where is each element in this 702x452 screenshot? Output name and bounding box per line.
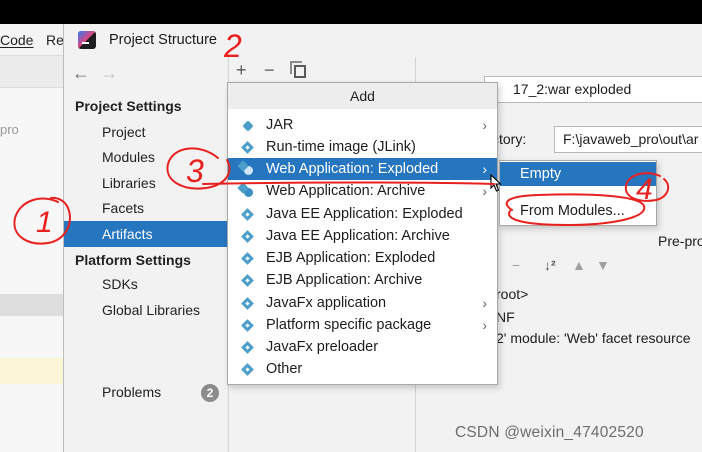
- sidebar-item-sdks[interactable]: SDKs: [64, 271, 228, 297]
- menu-item-label: Java EE Application: Exploded: [266, 206, 463, 222]
- background-tree-text: pro: [0, 122, 19, 137]
- menu-item-label: JavaFx application: [266, 295, 387, 311]
- add-menu-header: Add: [228, 83, 497, 109]
- diamond-icon: [241, 274, 254, 287]
- menu-item-runtime-image[interactable]: Run-time image (JLink): [228, 136, 497, 158]
- sidebar-item-project[interactable]: Project: [64, 119, 228, 145]
- menu-item-label: Other: [266, 361, 303, 377]
- menu-item-web-app-archive[interactable]: Web Application: Archive ›: [228, 180, 497, 202]
- web-app-exploded-submenu: Empty From Modules...: [499, 160, 657, 226]
- background-project-tree: pro: [0, 88, 64, 452]
- menu-code[interactable]: Code: [0, 32, 33, 48]
- menu-item-label: EJB Application: Archive: [266, 272, 423, 288]
- chevron-right-icon: ›: [482, 183, 487, 199]
- menu-item-label: Web Application: Archive: [266, 183, 426, 199]
- menu-item-javaee-exploded[interactable]: Java EE Application: Exploded: [228, 203, 497, 225]
- chevron-right-icon: ›: [482, 161, 487, 177]
- dialog-title: Project Structure: [109, 32, 217, 48]
- diamond-icon: [241, 208, 254, 221]
- sidebar-item-facets[interactable]: Facets: [64, 195, 228, 221]
- menu-refactor[interactable]: Re: [46, 32, 64, 48]
- diamond-icon: [241, 141, 254, 154]
- diamond-icon: [241, 363, 254, 376]
- problems-count-badge: 2: [201, 384, 219, 402]
- menu-item-other[interactable]: Other: [228, 358, 497, 380]
- sidebar-item-libraries[interactable]: Libraries: [64, 170, 228, 196]
- background-selected-row: [0, 294, 64, 316]
- sidebar-item-problems[interactable]: Problems: [102, 384, 161, 400]
- background-menu-bar: Code Re: [0, 24, 64, 56]
- settings-sidebar: ← → Project Settings Project Modules Lib…: [64, 57, 229, 452]
- dialog-title-bar: Project Structure: [64, 24, 702, 57]
- project-settings-header: Project Settings: [75, 98, 182, 114]
- jar-icon: [242, 120, 254, 132]
- move-up-icon[interactable]: ▲: [572, 257, 586, 273]
- menu-item-label: Java EE Application: Archive: [266, 228, 450, 244]
- background-highlight-row: [0, 358, 64, 384]
- output-root-node[interactable]: root>: [496, 286, 528, 302]
- platform-settings-header: Platform Settings: [75, 252, 191, 268]
- mouse-pointer-icon: [490, 174, 502, 192]
- menu-item-javafx-preloader[interactable]: JavaFx preloader: [228, 336, 497, 358]
- menu-item-platform-package[interactable]: Platform specific package ›: [228, 314, 497, 336]
- menu-item-label: Web Application: Exploded: [266, 161, 439, 177]
- submenu-item-empty[interactable]: Empty: [500, 162, 656, 186]
- menu-item-label: JAR: [266, 117, 294, 133]
- background-toolbar: [0, 56, 64, 88]
- menu-item-label: Platform specific package: [266, 317, 432, 333]
- move-down-icon[interactable]: ▼: [596, 257, 610, 273]
- diamond-icon: [241, 230, 254, 243]
- chevron-right-icon: ›: [482, 295, 487, 311]
- csdn-watermark: CSDN @weixin_47402520: [455, 424, 644, 441]
- menu-item-javafx-application[interactable]: JavaFx application ›: [228, 292, 497, 314]
- web-app-icon: [244, 166, 253, 175]
- chevron-right-icon: ›: [482, 317, 487, 333]
- diamond-icon: [241, 297, 254, 310]
- web-inf-node[interactable]: NF: [496, 309, 515, 325]
- back-arrow-icon[interactable]: ←: [72, 63, 90, 84]
- sidebar-item-modules[interactable]: Modules: [64, 144, 228, 170]
- chevron-right-icon: ›: [482, 117, 487, 133]
- menu-item-javaee-archive[interactable]: Java EE Application: Archive: [228, 225, 497, 247]
- remove-artifact-button[interactable]: −: [264, 60, 275, 81]
- diamond-icon: [241, 341, 254, 354]
- menu-item-label: Run-time image (JLink): [266, 139, 416, 155]
- menu-item-web-app-exploded[interactable]: Web Application: Exploded ›: [228, 158, 497, 180]
- pre-processing-tab[interactable]: Pre-pro: [658, 233, 702, 249]
- copy-icon[interactable]: [290, 61, 306, 78]
- diamond-icon: [241, 319, 254, 332]
- artifact-name-field[interactable]: 17_2:war exploded: [484, 76, 702, 103]
- intellij-logo-icon: [78, 31, 96, 49]
- sort-icon[interactable]: ↓²: [544, 257, 556, 273]
- sidebar-item-global-libraries[interactable]: Global Libraries: [64, 297, 228, 323]
- remove-element-icon[interactable]: −: [512, 257, 520, 273]
- top-black-bar: [0, 0, 702, 24]
- menu-item-label: EJB Application: Exploded: [266, 250, 436, 266]
- sidebar-item-artifacts[interactable]: Artifacts: [64, 221, 228, 247]
- facet-resource-node[interactable]: 2' module: 'Web' facet resource: [496, 330, 691, 346]
- output-directory-field[interactable]: F:\javaweb_pro\out\ar: [554, 126, 702, 153]
- menu-item-jar[interactable]: JAR ›: [228, 114, 497, 136]
- diamond-icon: [241, 252, 254, 265]
- web-app-icon: [244, 188, 253, 197]
- submenu-item-from-modules[interactable]: From Modules...: [500, 199, 656, 223]
- add-artifact-button[interactable]: +: [236, 60, 247, 81]
- menu-item-ejb-exploded[interactable]: EJB Application: Exploded: [228, 247, 497, 269]
- add-artifact-menu: Add JAR › Run-time image (JLink) Web Appl…: [227, 82, 498, 385]
- menu-item-ejb-archive[interactable]: EJB Application: Archive: [228, 269, 497, 291]
- forward-arrow-icon[interactable]: →: [100, 63, 118, 84]
- menu-item-label: JavaFx preloader: [266, 339, 379, 355]
